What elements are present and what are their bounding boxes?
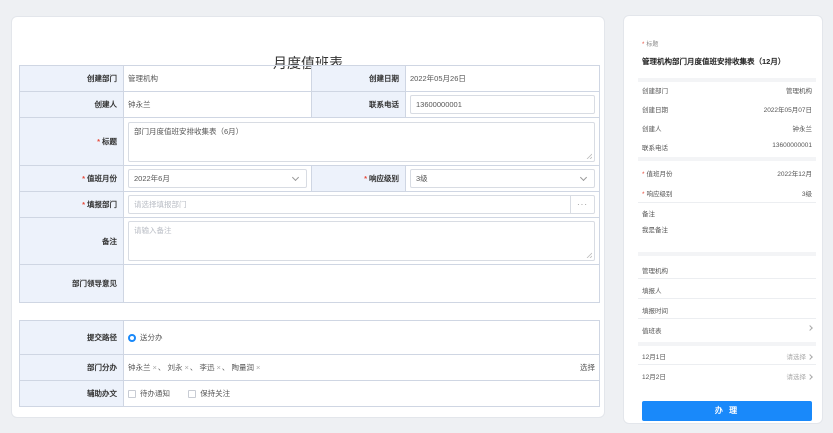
leader-opinion-field[interactable] [123,264,600,303]
submit-path-radio[interactable]: 送分办 [123,320,600,355]
form-table: 创建部门 管理机构 创建日期 2022年05月26日 创建人 钟永兰 联系电话 … [19,65,600,303]
divider [638,342,816,346]
phone-label: 联系电话 [311,91,406,118]
assignee-tag: 钟永兰 [128,363,151,372]
mobile-day1[interactable]: 12月1日 请选择 [642,351,813,361]
duty-month-select[interactable]: 2022年6月 [128,169,307,188]
response-level-label: * 响应级别 [311,165,406,192]
remark-textarea[interactable]: 请输入备注 [128,221,595,261]
assist-label: 辅助办文 [19,380,124,407]
close-icon[interactable]: × [216,363,220,372]
close-icon[interactable]: × [256,363,260,372]
title-textarea[interactable]: 部门月度值班安排收集表（6月） [128,121,595,162]
duty-month-label: * 值班月份 [19,165,124,192]
report-dept-label: * 填报部门 [19,191,124,218]
mobile-row: 联系电话 13600000001 [642,142,812,152]
creator-value: 钟永兰 [123,91,312,118]
assignee-tag: 李迅 [199,363,215,372]
mobile-org: 管理机构 [642,268,668,275]
resize-handle-icon[interactable] [586,153,592,159]
divider [638,364,816,365]
chevron-right-icon [807,354,813,361]
title-field-label: * 标题 [19,117,124,166]
checkbox-todo-notify[interactable]: 待办通知 [128,389,170,399]
divider [638,78,816,82]
mobile-report-time: 填报时间 [642,308,668,315]
checkbox-icon[interactable] [188,390,197,399]
mobile-title-label: * 标题 [642,42,659,48]
mobile-duty-table[interactable]: 值班表 [642,325,813,335]
submit-path-label: 提交路径 [19,320,124,355]
choose-button[interactable]: 选择 [580,362,595,373]
created-dept-value: 管理机构 [123,65,312,92]
checkbox-icon[interactable] [128,390,136,399]
remark-label: 备注 [19,217,124,265]
mobile-remark-label: 备注 [642,211,655,218]
report-dept-input[interactable]: 请选择填报部门 ··· [128,195,595,214]
mobile-day2[interactable]: 12月2日 请选择 [642,371,813,381]
created-date-label: 创建日期 [311,65,406,92]
chevron-right-icon [807,325,813,332]
mobile-reporter: 填报人 [642,288,662,295]
mobile-row: 创建部门 管理机构 [642,88,812,95]
dept-assign-label: 部门分办 [19,354,124,381]
assignee-tags: 钟永兰 ×、 刘永 ×、 李迅 ×、 陶量润 × 选择 [123,354,600,381]
leader-opinion-label: 部门领导意见 [19,264,124,303]
mobile-duty-month[interactable]: * 值班月份 2022年12月 [642,168,812,178]
resize-handle-icon[interactable] [586,252,592,258]
chevron-right-icon [807,374,813,381]
divider [638,157,816,161]
mobile-row: 创建日期 2022年05月07日 [642,107,812,114]
mobile-row: 创建人 钟永兰 [642,126,812,133]
assignee-tag: 刘永 [167,363,183,372]
mobile-preview-panel: * 标题 管理机构部门月度值班安排收集表（12月） 创建部门 管理机构 创建日期 20… [623,15,823,424]
routing-table: 提交路径 送分办 部门分办 钟永兰 ×、 刘永 ×、 李迅 ×、 陶量润 × 选择 辅助… [19,320,600,407]
close-icon[interactable]: × [153,363,157,372]
divider [638,252,816,256]
assignee-tag: 陶量润 [231,363,254,372]
phone-input[interactable]: 13600000001 [410,95,595,114]
divider [638,318,816,319]
checkbox-keep-follow[interactable]: 保持关注 [188,389,230,399]
response-level-select[interactable]: 3级 [410,169,595,188]
more-dots-icon[interactable]: ··· [570,196,594,213]
form-panel: 月度值班表 创建部门 管理机构 创建日期 2022年05月26日 创建人 钟永兰… [11,16,605,418]
creator-label: 创建人 [19,91,124,118]
divider [638,278,816,279]
divider [638,202,816,203]
chevron-down-icon [291,173,300,182]
submit-button[interactable]: 办 理 [642,401,812,421]
close-icon[interactable]: × [184,363,188,372]
chevron-down-icon [579,173,588,182]
mobile-response-level[interactable]: * 响应级别 3级 [642,188,812,198]
divider [638,298,816,299]
mobile-title-value: 管理机构部门月度值班安排收集表（12月） [642,57,786,66]
radio-selected-icon[interactable] [128,334,136,343]
created-dept-label: 创建部门 [19,65,124,92]
created-date-value: 2022年05月26日 [405,65,600,92]
mobile-remark-value[interactable]: 我是备注 [642,224,812,234]
